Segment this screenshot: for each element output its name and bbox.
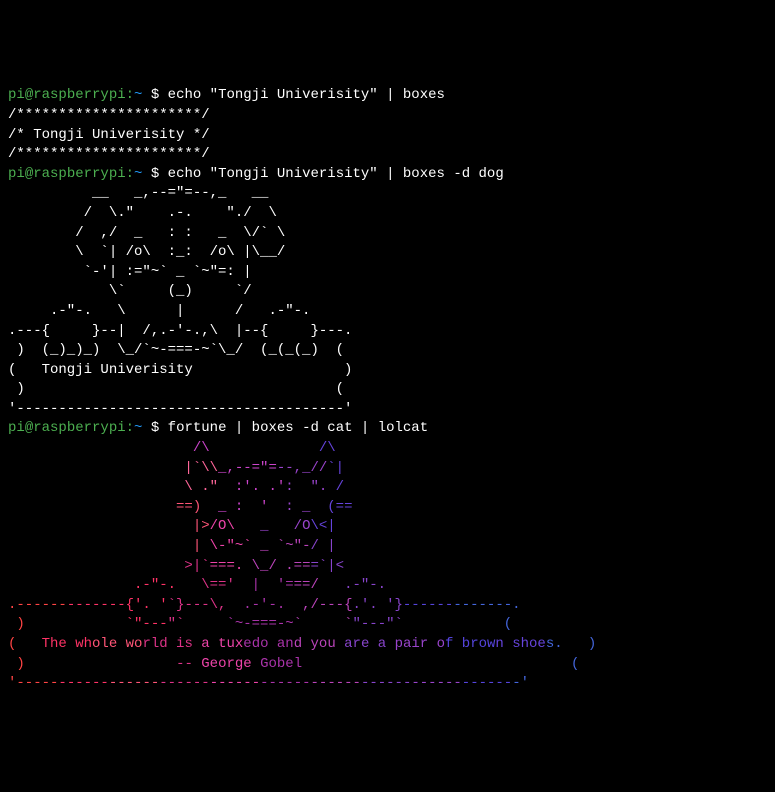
command-2[interactable]: echo "Tongji Univerisity" | boxes -d dog xyxy=(168,166,504,182)
dog-art-line: __ _,--="=--,_ __ xyxy=(8,185,268,201)
lolcat-line: >|`===. \_/ .===`|< xyxy=(8,558,344,574)
command-3[interactable]: fortune | boxes -d cat | lolcat xyxy=(168,420,428,436)
boxes-output-line: /**********************/ xyxy=(8,146,210,162)
dog-art-line: .-"-. \ | / .-"-. xyxy=(8,303,310,319)
prompt-user: pi xyxy=(8,87,25,103)
lolcat-author-line: ) -- George Gobel ( xyxy=(8,656,579,672)
command-1[interactable]: echo "Tongji Univerisity" | boxes xyxy=(168,87,445,103)
lolcat-line: '---------------------------------------… xyxy=(8,675,529,691)
dog-art-line: `-'| :="~` _ `~"=: | xyxy=(8,264,252,280)
dog-art-line: '---------------------------------------… xyxy=(8,401,352,417)
dog-art-line: / \." .-. "./ \ xyxy=(8,205,277,221)
dog-art-line: / ,/ _ : : _ \/` \ xyxy=(8,225,285,241)
lolcat-quote-line: ( The whole world is a tuxedo and you ar… xyxy=(8,636,596,652)
lolcat-line: /\ /\ xyxy=(8,440,336,456)
lolcat-line: \ ." :'. .': ". / xyxy=(8,479,344,495)
lolcat-line: | \-"~` _ `~"-/ | xyxy=(8,538,336,554)
boxes-output-line: /* Tongji Univerisity */ xyxy=(8,127,210,143)
dog-art-line: .---{ }--| /,.-'-.,\ |--{ }---. xyxy=(8,323,352,339)
prompt-symbol: $ xyxy=(151,87,159,103)
prompt-line-3: pi@raspberrypi:~ $ fortune | boxes -d ca… xyxy=(8,420,428,436)
dog-art-line: ( Tongji Univerisity ) xyxy=(8,362,352,378)
prompt-host: raspberrypi xyxy=(33,87,125,103)
dog-art-line: ) (_)_)_) \_/`~-===-~`\_/ (_(_(_) ( xyxy=(8,342,344,358)
lolcat-line: |>/O\ _ /O\<| xyxy=(8,518,336,534)
lolcat-line: |`\\_,--="=--,_//`| xyxy=(8,460,344,476)
prompt-path: ~ xyxy=(134,87,142,103)
lolcat-line: .-"-. \==' | '===/ .-"-. xyxy=(8,577,386,593)
terminal-output: pi@raspberrypi:~ $ echo "Tongji Univeris… xyxy=(8,86,767,693)
boxes-output-line: /**********************/ xyxy=(8,107,210,123)
lolcat-line: ) `"---"` `~-===-~` `"---"` ( xyxy=(8,616,512,632)
lolcat-line: ==) _ : ' : _ (== xyxy=(8,499,352,515)
lolcat-line: .-------------{'. '`}---\, .-'-. ,/---{.… xyxy=(8,597,521,613)
prompt-line-2: pi@raspberrypi:~ $ echo "Tongji Univeris… xyxy=(8,166,504,182)
prompt-line-1: pi@raspberrypi:~ $ echo "Tongji Univeris… xyxy=(8,87,445,103)
dog-art-line: \` (_) `/ xyxy=(8,283,252,299)
dog-art-line: ) ( xyxy=(8,381,344,397)
dog-art-line: \ `| /o\ :_: /o\ |\__/ xyxy=(8,244,285,260)
